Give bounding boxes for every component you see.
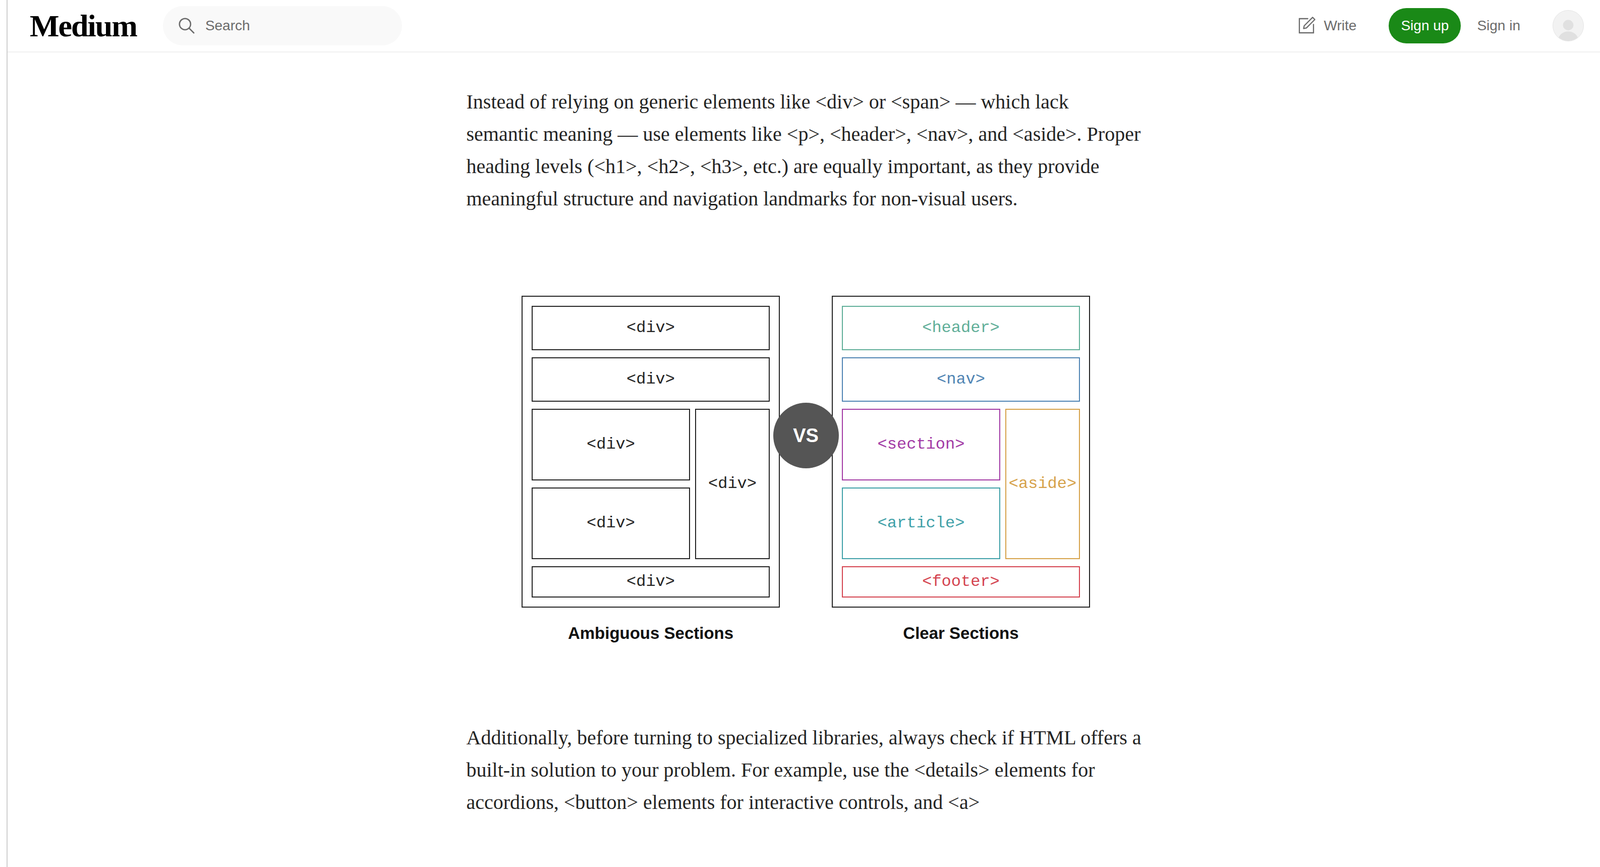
sign-in-link[interactable]: Sign in	[1476, 15, 1521, 37]
search-field[interactable]	[162, 6, 403, 46]
write-icon	[1295, 15, 1318, 37]
layout-frame: <div><div><div><div><div><div>	[521, 295, 780, 608]
medium-logo[interactable]: Medium	[29, 10, 137, 42]
layout-box: <div>	[531, 408, 691, 481]
article: Instead of relying on generic elements l…	[462, 85, 1146, 819]
search-input[interactable]	[204, 14, 388, 37]
paragraph: Instead of relying on generic elements l…	[466, 85, 1146, 215]
layout-box: <div>	[531, 305, 770, 351]
avatar[interactable]	[1552, 10, 1584, 42]
vs-badge: VS	[773, 402, 839, 469]
panel-caption: Clear Sections	[831, 620, 1091, 646]
figure-panels: <div><div><div><div><div><div>Ambiguous …	[466, 295, 1146, 646]
layout-box: <header>	[841, 305, 1080, 351]
comparison-figure: <div><div><div><div><div><div>Ambiguous …	[466, 295, 1146, 646]
layout-box: <div>	[531, 487, 691, 559]
layout-panel: <header> <nav> <section><aside><article> <f…	[831, 295, 1091, 646]
panel-caption: Ambiguous Sections	[521, 620, 780, 646]
write-link[interactable]: Write	[1295, 15, 1357, 37]
layout-box: <div>	[695, 408, 770, 559]
search-icon	[177, 16, 197, 36]
layout-box: <aside>	[1005, 408, 1080, 559]
person-icon	[1555, 15, 1581, 41]
layout-panel: <div><div><div><div><div><div>Ambiguous …	[521, 295, 780, 646]
layout-box: <div>	[531, 565, 770, 598]
sign-up-button[interactable]: Sign up	[1388, 8, 1461, 44]
top-bar: Medium Write Sign up Sign in	[7, 0, 1600, 53]
layout-box: <div>	[531, 357, 770, 402]
layout-box: <section>	[841, 408, 1001, 481]
paragraph: Additionally, before turning to speciali…	[466, 721, 1146, 819]
layout-box: <article>	[841, 487, 1001, 559]
layout-box: <footer>	[841, 565, 1080, 598]
write-label: Write	[1324, 15, 1357, 37]
layout-box: <nav>	[841, 357, 1080, 402]
layout-frame: <header> <nav> <section><aside><article> <f…	[831, 295, 1091, 608]
